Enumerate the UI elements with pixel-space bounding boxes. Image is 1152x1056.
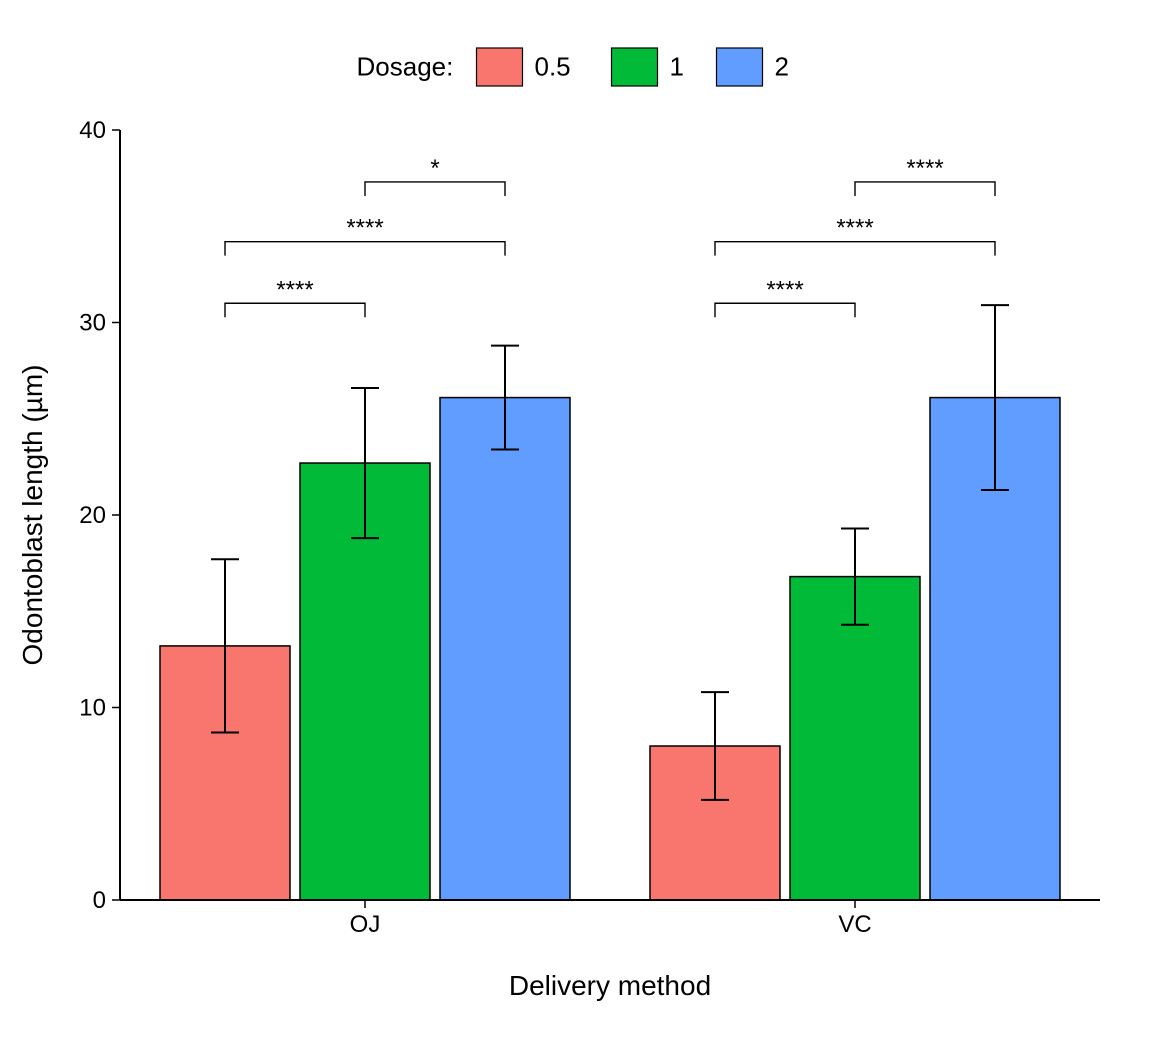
significance-label: **** bbox=[836, 215, 873, 242]
legend-title: Dosage: bbox=[357, 51, 454, 81]
significance-label: **** bbox=[906, 155, 943, 182]
legend-label: 2 bbox=[775, 51, 789, 81]
bar-OJ-2 bbox=[440, 398, 570, 900]
significance-label: **** bbox=[766, 276, 803, 303]
legend-swatch bbox=[717, 48, 763, 86]
x-category-label: OJ bbox=[350, 911, 381, 938]
significance-bracket bbox=[715, 303, 855, 317]
significance-bracket bbox=[855, 182, 995, 196]
significance-bracket bbox=[225, 242, 505, 256]
significance-label: **** bbox=[276, 276, 313, 303]
legend-label: 1 bbox=[670, 51, 684, 81]
significance-bracket bbox=[365, 182, 505, 196]
significance-label: * bbox=[430, 155, 439, 182]
significance-bracket bbox=[715, 242, 995, 256]
x-axis-title: Delivery method bbox=[509, 970, 711, 1001]
y-tick-label: 0 bbox=[93, 887, 106, 914]
legend-label: 0.5 bbox=[535, 51, 571, 81]
legend-swatch bbox=[477, 48, 523, 86]
y-tick-label: 30 bbox=[79, 310, 106, 337]
y-tick-label: 40 bbox=[79, 117, 106, 144]
y-tick-label: 10 bbox=[79, 695, 106, 722]
x-category-label: VC bbox=[838, 911, 871, 938]
bar-chart: 010203040OJVC*********************Delive… bbox=[0, 0, 1152, 1056]
legend-swatch bbox=[612, 48, 658, 86]
significance-bracket bbox=[225, 303, 365, 317]
significance-label: **** bbox=[346, 215, 383, 242]
y-tick-label: 20 bbox=[79, 502, 106, 529]
y-axis-title: Odontoblast length (µm) bbox=[17, 365, 48, 666]
